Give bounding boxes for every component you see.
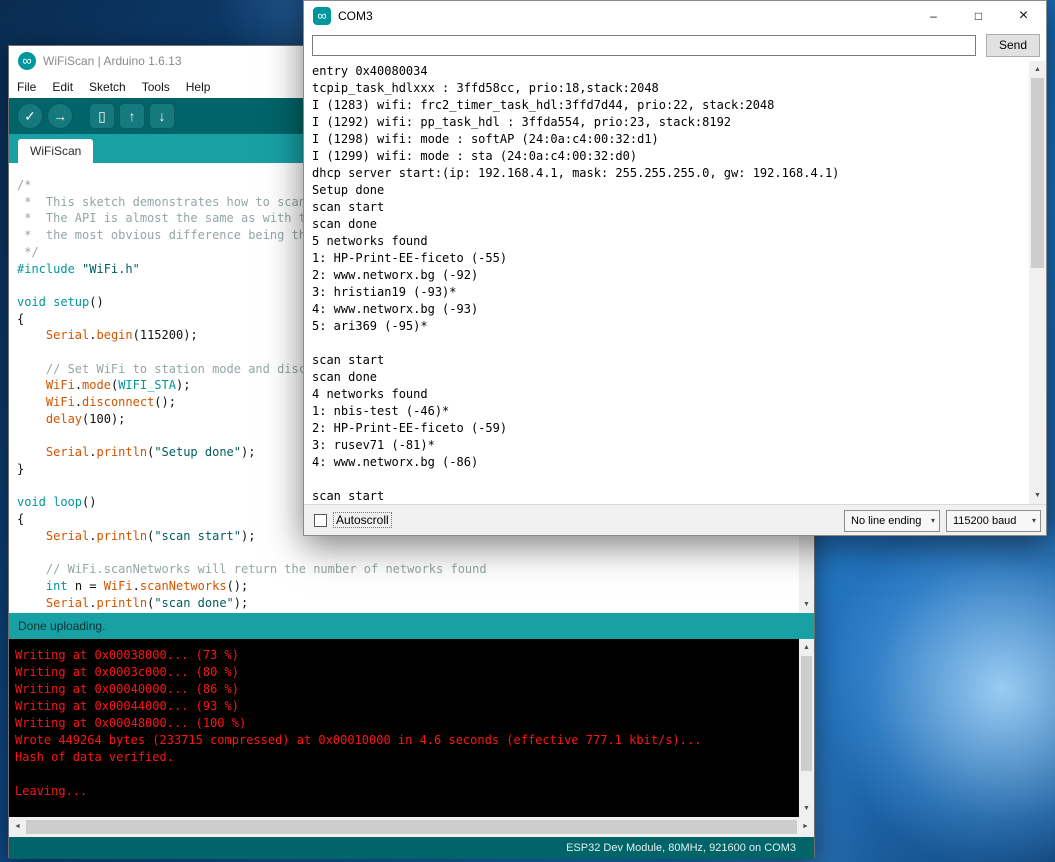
serial-output-line: scan start [312, 488, 839, 504]
console-horizontal-scrollbar[interactable]: ◄ ► [9, 817, 814, 837]
scroll-right-icon[interactable]: ► [797, 817, 814, 837]
scroll-up-icon[interactable]: ▲ [799, 639, 814, 656]
scroll-up-icon[interactable]: ▲ [1029, 61, 1046, 78]
ide-window-title: WiFiScan | Arduino 1.6.13 [43, 46, 182, 76]
serial-scrollbar-thumb[interactable] [1031, 78, 1044, 268]
menu-edit[interactable]: Edit [44, 76, 81, 98]
menu-file[interactable]: File [9, 76, 44, 98]
console-output: Writing at 0x00038000... (73 %)Writing a… [9, 639, 814, 817]
open-sketch-button[interactable]: ↑ [119, 103, 145, 129]
serial-output-text: entry 0x40080034tcpip_task_hdlxxx : 3ffd… [312, 63, 839, 504]
serial-output-line: scan start [312, 352, 839, 369]
serial-output-line [312, 471, 839, 488]
save-sketch-button[interactable]: ↓ [149, 103, 175, 129]
autoscroll-checkbox[interactable] [314, 514, 327, 527]
serial-monitor-titlebar[interactable]: ∞ COM3 – □ × [304, 1, 1046, 31]
serial-monitor-bottom-bar: Autoscroll No line ending ▾ 115200 baud … [304, 504, 1046, 535]
serial-output-line: scan done [312, 369, 839, 386]
menu-help[interactable]: Help [178, 76, 219, 98]
code-line: int n = WiFi.scanNetworks(); [17, 578, 487, 595]
console-text: Writing at 0x00038000... (73 %)Writing a… [15, 647, 701, 800]
serial-output-line: 5: ari369 (-95)* [312, 318, 839, 335]
scroll-down-icon[interactable]: ▼ [1029, 487, 1046, 504]
scroll-down-icon[interactable]: ▼ [799, 800, 814, 817]
serial-output-line: 2: HP-Print-EE-ficeto (-59) [312, 420, 839, 437]
code-line [17, 544, 487, 561]
console-line: Writing at 0x00048000... (100 %) [15, 715, 701, 732]
serial-output-line [312, 335, 839, 352]
save-down-arrow-icon: ↓ [159, 108, 166, 124]
status-message-bar: Done uploading. [9, 613, 814, 639]
menu-sketch[interactable]: Sketch [81, 76, 134, 98]
close-button[interactable]: × [1001, 1, 1046, 31]
window-controls: – □ × [911, 1, 1046, 31]
chevron-down-icon: ▾ [931, 511, 935, 531]
serial-output-line: I (1292) wifi: pp_task_hdl : 3ffda554, p… [312, 114, 839, 131]
serial-output-line: 4: www.networx.bg (-93) [312, 301, 839, 318]
send-button[interactable]: Send [986, 34, 1040, 57]
scroll-down-icon[interactable]: ▼ [799, 596, 814, 613]
baud-rate-value: 115200 baud [953, 511, 1016, 531]
serial-monitor-title: COM3 [338, 1, 373, 31]
console-line: Wrote 449264 bytes (233715 compressed) a… [15, 732, 701, 749]
serial-output-line: scan done [312, 216, 839, 233]
serial-output-line: 3: rusev71 (-81)* [312, 437, 839, 454]
new-document-icon: ▯ [98, 108, 106, 124]
console-line: Leaving... [15, 783, 701, 800]
console-line [15, 766, 701, 783]
scroll-left-icon[interactable]: ◄ [9, 817, 26, 837]
minimize-button[interactable]: – [911, 1, 956, 31]
maximize-button[interactable]: □ [956, 1, 1001, 31]
console-line: Hash of data verified. [15, 749, 701, 766]
tab-wifiscan[interactable]: WiFiScan [18, 139, 93, 163]
serial-output-line: 4: www.networx.bg (-86) [312, 454, 839, 471]
serial-input-row: Send [304, 31, 1046, 61]
horizontal-scrollbar-thumb[interactable] [26, 820, 797, 834]
toolbar-buttons: ✓ → ▯ ↑ ↓ [17, 103, 179, 129]
serial-monitor-window: ∞ COM3 – □ × Send entry 0x40080034tcpip_… [303, 0, 1047, 536]
serial-output-line: 3: hristian19 (-93)* [312, 284, 839, 301]
serial-output-line: I (1298) wifi: mode : softAP (24:0a:c4:0… [312, 131, 839, 148]
open-up-arrow-icon: ↑ [129, 108, 136, 124]
board-info: ESP32 Dev Module, 80MHz, 921600 on COM3 [566, 837, 796, 859]
console-line: Writing at 0x00044000... (93 %) [15, 698, 701, 715]
serial-output-line: I (1283) wifi: frc2_timer_task_hdl:3ffd7… [312, 97, 839, 114]
serial-output-line: 4 networks found [312, 386, 839, 403]
serial-output-line: dhcp server start:(ip: 192.168.4.1, mask… [312, 165, 839, 182]
new-sketch-button[interactable]: ▯ [89, 103, 115, 129]
console-scrollbar-thumb[interactable] [801, 656, 812, 771]
serial-output-line: 5 networks found [312, 233, 839, 250]
autoscroll-label[interactable]: Autoscroll [334, 513, 391, 527]
check-icon: ✓ [24, 108, 36, 124]
baud-rate-select[interactable]: 115200 baud ▾ [946, 510, 1041, 532]
serial-output-area: entry 0x40080034tcpip_task_hdlxxx : 3ffd… [304, 61, 1046, 504]
ide-statusbar: ESP32 Dev Module, 80MHz, 921600 on COM3 [9, 837, 814, 859]
serial-input[interactable] [312, 35, 976, 56]
serial-output-line: Setup done [312, 182, 839, 199]
line-ending-value: No line ending [851, 511, 921, 531]
chevron-down-icon: ▾ [1032, 511, 1036, 531]
line-ending-select[interactable]: No line ending ▾ [844, 510, 940, 532]
code-line: // WiFi.scanNetworks will return the num… [17, 561, 487, 578]
serial-output-line: I (1299) wifi: mode : sta (24:0a:c4:00:3… [312, 148, 839, 165]
serial-output-line: tcpip_task_hdlxxx : 3ffd58cc, prio:18,st… [312, 80, 839, 97]
console-line: Writing at 0x00040000... (86 %) [15, 681, 701, 698]
console-line: Writing at 0x0003c000... (80 %) [15, 664, 701, 681]
right-arrow-icon: → [53, 108, 67, 124]
arduino-logo-icon: ∞ [313, 7, 331, 25]
serial-output-line: 2: www.networx.bg (-92) [312, 267, 839, 284]
menu-tools[interactable]: Tools [134, 76, 178, 98]
console-line: Writing at 0x00038000... (73 %) [15, 647, 701, 664]
serial-output-line: 1: HP-Print-EE-ficeto (-55) [312, 250, 839, 267]
serial-output-line: entry 0x40080034 [312, 63, 839, 80]
code-line: Serial.println("scan done"); [17, 595, 487, 612]
arduino-logo-icon: ∞ [18, 52, 36, 70]
console-vertical-scrollbar[interactable]: ▲ ▼ [799, 639, 814, 817]
serial-output-line: 1: nbis-test (-46)* [312, 403, 839, 420]
verify-button[interactable]: ✓ [17, 103, 43, 129]
serial-vertical-scrollbar[interactable]: ▲ ▼ [1029, 61, 1046, 504]
serial-output-line: scan start [312, 199, 839, 216]
upload-button[interactable]: → [47, 103, 73, 129]
